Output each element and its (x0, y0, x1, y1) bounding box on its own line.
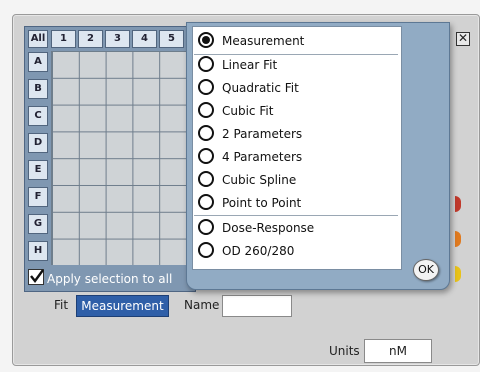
option-label: Point to Point (222, 196, 302, 210)
well-grid[interactable] (51, 51, 195, 265)
option-cubic-spline[interactable]: Cubic Spline (198, 169, 398, 191)
row-header-h[interactable]: H (28, 241, 48, 261)
radio-icon[interactable] (198, 219, 214, 235)
radio-icon[interactable] (198, 56, 214, 72)
option-quadratic-fit[interactable]: Quadratic Fit (198, 77, 398, 99)
option-label: Cubic Spline (222, 173, 297, 187)
name-label: Name (184, 298, 220, 312)
column-header-5[interactable]: 5 (159, 30, 184, 48)
radio-selected-icon[interactable] (198, 32, 214, 48)
column-header-2[interactable]: 2 (78, 30, 103, 48)
units-label: Units (329, 344, 360, 358)
option-label: Linear Fit (222, 58, 278, 72)
option-2-parameters[interactable]: 2 Parameters (198, 123, 398, 145)
ok-button[interactable]: OK (413, 259, 439, 281)
option-linear-fit[interactable]: Linear Fit (198, 54, 398, 76)
row-header-d[interactable]: D (28, 133, 48, 153)
option-cubic-fit[interactable]: Cubic Fit (198, 100, 398, 122)
checkmark-icon[interactable] (28, 269, 44, 285)
name-field[interactable] (222, 295, 292, 317)
row-header-f[interactable]: F (28, 187, 48, 207)
menu-divider (194, 215, 398, 216)
close-icon[interactable]: ✕ (456, 32, 470, 46)
apply-selection-label: Apply selection to all (47, 272, 173, 286)
fit-label: Fit (54, 298, 69, 312)
option-measurement[interactable]: Measurement (198, 30, 398, 52)
column-header-1[interactable]: 1 (51, 30, 76, 48)
option-dose-response[interactable]: Dose-Response (198, 217, 398, 239)
fit-dropdown[interactable]: Measurement (76, 295, 169, 317)
option-4-parameters[interactable]: 4 Parameters (198, 146, 398, 168)
row-header-a[interactable]: A (28, 52, 48, 72)
row-header-b[interactable]: B (28, 79, 48, 99)
apply-selection-checkbox[interactable]: Apply selection to all (28, 269, 194, 287)
column-header-3[interactable]: 3 (105, 30, 130, 48)
column-header-4[interactable]: 4 (132, 30, 157, 48)
radio-icon[interactable] (198, 102, 214, 118)
row-header-g[interactable]: G (28, 214, 48, 234)
option-label: Measurement (222, 34, 305, 48)
units-field[interactable]: nM (364, 339, 432, 363)
radio-icon[interactable] (198, 242, 214, 258)
radio-icon[interactable] (198, 171, 214, 187)
option-label: OD 260/280 (222, 244, 295, 258)
option-label: 2 Parameters (222, 127, 303, 141)
option-point-to-point[interactable]: Point to Point (198, 192, 398, 214)
radio-icon[interactable] (198, 125, 214, 141)
option-label: Quadratic Fit (222, 81, 299, 95)
radio-icon[interactable] (198, 148, 214, 164)
radio-icon[interactable] (198, 79, 214, 95)
row-header-c[interactable]: C (28, 106, 48, 126)
option-od-260-280[interactable]: OD 260/280 (198, 240, 398, 262)
option-label: 4 Parameters (222, 150, 303, 164)
radio-icon[interactable] (198, 194, 214, 210)
option-label: Dose-Response (222, 221, 315, 235)
row-header-e[interactable]: E (28, 160, 48, 180)
option-label: Cubic Fit (222, 104, 274, 118)
select-all-button[interactable]: All (28, 30, 48, 48)
